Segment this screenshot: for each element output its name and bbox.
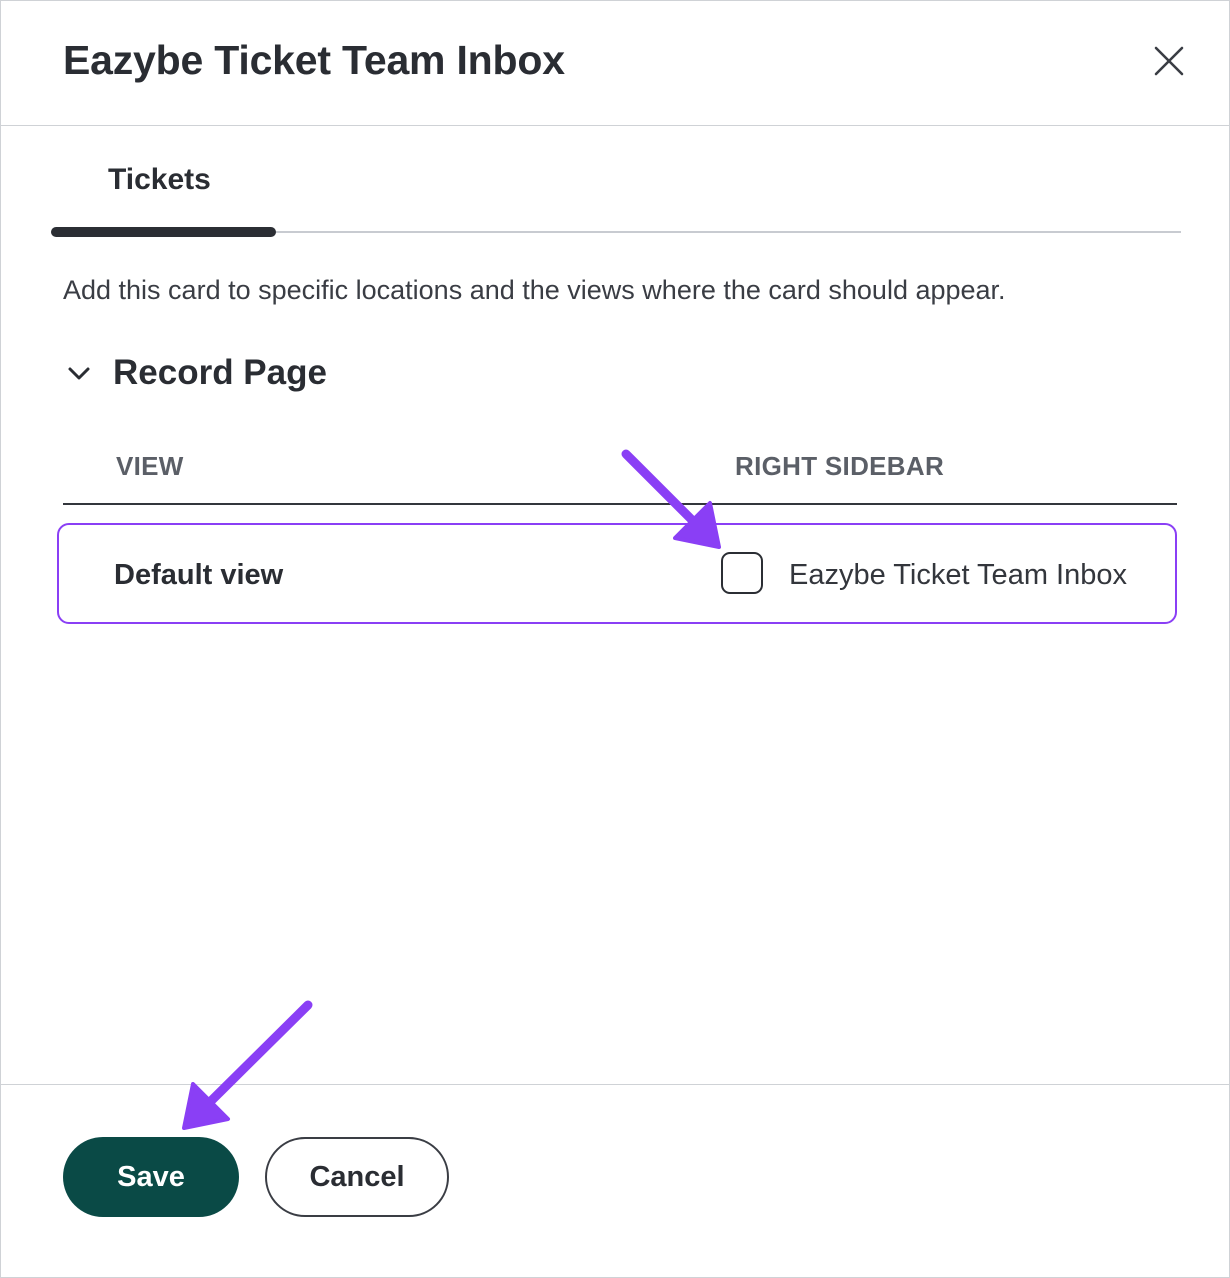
tab-label: Tickets [108,163,211,196]
cancel-button[interactable]: Cancel [265,1137,449,1217]
table-header: VIEW RIGHT SIDEBAR [63,441,1177,505]
active-tab-indicator [51,227,276,237]
chevron-down-icon [68,367,90,380]
column-header-view: VIEW [116,451,184,481]
record-page-section-toggle[interactable]: Record Page [63,347,327,399]
dialog-footer: Save Cancel [1,1084,1229,1277]
tab-tickets[interactable]: Tickets [51,151,276,237]
view-name: Default view [114,559,284,591]
save-button[interactable]: Save [63,1137,239,1217]
dialog: Eazybe Ticket Team Inbox Tickets Add thi… [0,0,1230,1278]
dialog-header: Eazybe Ticket Team Inbox [1,1,1229,126]
right-sidebar-checkbox[interactable] [721,552,763,594]
tab-bar: Tickets [51,151,1181,237]
table-row: Default view Eazybe Ticket Team Inbox [57,523,1177,624]
dialog-title: Eazybe Ticket Team Inbox [63,37,565,83]
column-header-right-sidebar: RIGHT SIDEBAR [735,451,945,481]
section-title: Record Page [113,353,327,392]
description-text: Add this card to specific locations and … [63,275,1006,305]
close-icon [1154,46,1184,76]
checkbox-label[interactable]: Eazybe Ticket Team Inbox [789,559,1127,592]
close-button[interactable] [1149,41,1189,81]
